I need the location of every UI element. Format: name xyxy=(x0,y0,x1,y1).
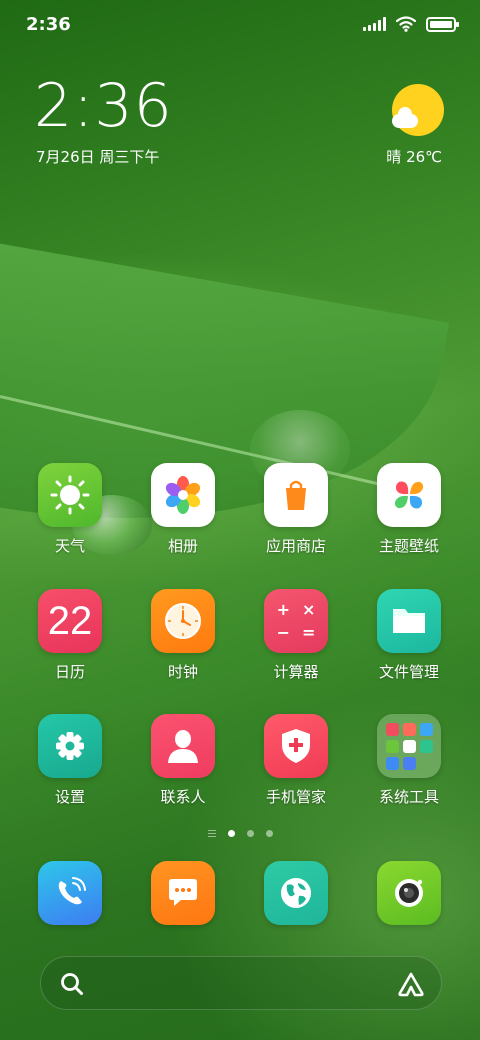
compass-icon xyxy=(419,722,433,736)
phone-icon[interactable] xyxy=(38,861,102,925)
cloud-icon xyxy=(392,107,418,128)
times-symbol: × xyxy=(302,600,316,619)
app-calculator[interactable]: + × − = 计算器 xyxy=(246,589,346,682)
battery-icon xyxy=(426,16,459,32)
app-contacts[interactable]: 联系人 xyxy=(133,714,233,807)
browser-icon[interactable] xyxy=(264,861,328,925)
gallery-icon[interactable] xyxy=(151,463,215,527)
minus-symbol: − xyxy=(276,623,290,642)
page-dot xyxy=(246,830,254,837)
app-label: 文件管理 xyxy=(378,663,439,681)
security-icon[interactable] xyxy=(264,714,328,778)
page-dot xyxy=(265,830,273,837)
search-icon[interactable] xyxy=(59,971,85,997)
app-label: 联系人 xyxy=(160,788,206,806)
equals-symbol: = xyxy=(302,623,316,642)
screen-recorder-icon xyxy=(385,722,399,736)
messages-icon[interactable] xyxy=(151,861,215,925)
contacts-icon[interactable] xyxy=(151,714,215,778)
file-manager-icon[interactable] xyxy=(377,589,441,653)
calculator-icon[interactable]: + × − = xyxy=(264,589,328,653)
app-settings[interactable]: 设置 xyxy=(20,714,120,807)
app-gallery[interactable]: 相册 xyxy=(133,463,233,556)
plus-symbol: + xyxy=(276,600,290,619)
status-time: 2:36 xyxy=(26,14,71,35)
weather-icon[interactable] xyxy=(38,463,102,527)
app-store[interactable]: 应用商店 xyxy=(246,463,346,556)
page-indicator[interactable] xyxy=(0,830,480,837)
app-security[interactable]: 手机管家 xyxy=(246,714,346,807)
dock-messages[interactable] xyxy=(133,861,233,925)
clock-icon[interactable] xyxy=(151,589,215,653)
status-icons xyxy=(363,16,459,32)
app-label: 设置 xyxy=(54,788,85,806)
dock-camera[interactable] xyxy=(359,861,459,925)
calendar-day-number: 22 xyxy=(47,598,93,643)
app-store-icon[interactable] xyxy=(264,463,328,527)
mi-remote-icon xyxy=(385,756,399,770)
signal-icon xyxy=(363,17,386,31)
menu-lines-icon xyxy=(207,830,216,837)
folder-icon[interactable] xyxy=(377,714,441,778)
app-themes[interactable]: 主题壁纸 xyxy=(359,463,459,556)
weather-widget-text[interactable]: 晴 26℃ xyxy=(386,146,442,167)
dock-browser[interactable] xyxy=(246,861,346,925)
wifi-icon xyxy=(396,16,416,32)
app-calendar[interactable]: 22 日历 xyxy=(20,589,120,682)
clock-widget-date[interactable]: 7月26日 周三下午 xyxy=(36,146,159,167)
app-label: 应用商店 xyxy=(265,537,326,555)
cleaner-icon xyxy=(385,739,399,753)
app-label: 手机管家 xyxy=(265,788,326,806)
calendar-icon[interactable]: 22 xyxy=(38,589,102,653)
app-label: 相册 xyxy=(167,537,198,555)
app-system-tools-folder[interactable]: 系统工具 xyxy=(359,714,459,807)
dock-phone[interactable] xyxy=(20,861,120,925)
notes-icon xyxy=(419,739,433,753)
scanner-icon xyxy=(402,722,416,736)
app-label: 日历 xyxy=(54,663,85,681)
app-clock[interactable]: 时钟 xyxy=(133,589,233,682)
clock-widget-time[interactable]: 2:36 xyxy=(34,76,173,136)
calculator-symbols: + × − = xyxy=(277,600,316,642)
battery-level xyxy=(430,20,452,28)
camera-icon[interactable] xyxy=(377,861,441,925)
settings-icon[interactable] xyxy=(38,714,102,778)
folder-preview xyxy=(385,722,433,770)
search-bar[interactable] xyxy=(40,956,442,1010)
themes-icon[interactable] xyxy=(377,463,441,527)
app-weather[interactable]: 天气 xyxy=(20,463,120,556)
recorder-icon xyxy=(402,739,416,753)
assistant-icon[interactable] xyxy=(397,971,425,997)
page-dot-active xyxy=(227,830,235,837)
app-label: 计算器 xyxy=(273,663,319,681)
app-file-manager[interactable]: 文件管理 xyxy=(359,589,459,682)
empty-slot xyxy=(420,757,433,770)
app-label: 主题壁纸 xyxy=(378,537,439,555)
app-label: 时钟 xyxy=(167,663,198,681)
app-label: 系统工具 xyxy=(378,788,439,806)
app-label: 天气 xyxy=(54,537,85,555)
mail-icon xyxy=(402,756,416,770)
status-bar: 2:36 xyxy=(0,0,480,50)
